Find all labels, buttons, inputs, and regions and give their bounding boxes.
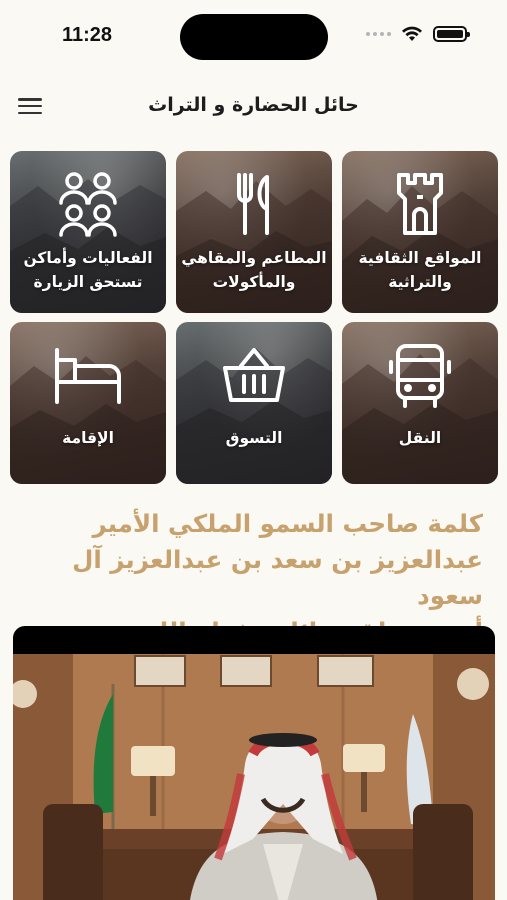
video-scene: [13, 654, 495, 900]
status-icons: [366, 26, 470, 42]
category-label: الإقامة: [62, 429, 114, 447]
menu-icon[interactable]: [18, 96, 42, 116]
app-header: حائل الحضارة و التراث: [0, 86, 507, 130]
wifi-icon: [402, 26, 422, 41]
fork-knife-icon: [237, 173, 269, 235]
category-grid: المواقع الثقافية والتراثية المطاعم والمق…: [10, 151, 498, 484]
page-title: حائل الحضارة و التراث: [148, 94, 359, 116]
video-player[interactable]: [13, 626, 495, 900]
category-label: المطاعم والمقاهي والمأكولات: [181, 249, 327, 291]
dynamic-island: [180, 14, 328, 60]
status-bar: 11:28: [0, 0, 507, 70]
bed-icon: [55, 348, 121, 404]
category-tile-cultural-sites[interactable]: المواقع الثقافية والتراثية: [342, 151, 498, 313]
shopping-basket-icon: [223, 348, 285, 402]
video-thumbnail: [13, 654, 495, 900]
people-group-icon: [59, 172, 117, 237]
status-time: 11:28: [62, 24, 113, 46]
category-label: التسوق: [225, 429, 283, 447]
battery-icon: [433, 26, 470, 42]
category-tile-transport[interactable]: النقل: [342, 322, 498, 484]
category-label: النقل: [398, 429, 442, 447]
category-tile-shopping[interactable]: التسوق: [176, 322, 332, 484]
signal-icon: [366, 32, 391, 36]
category-tile-accommodation[interactable]: الإقامة: [10, 322, 166, 484]
castle-tower-icon: [397, 173, 443, 235]
bus-icon: [389, 344, 451, 408]
category-label: المواقع الثقافية والتراثية: [358, 249, 482, 291]
category-label: الفعاليات وأماكن تستحق الزيارة: [23, 249, 153, 291]
category-tile-events[interactable]: الفعاليات وأماكن تستحق الزيارة: [10, 151, 166, 313]
category-tile-restaurants[interactable]: المطاعم والمقاهي والمأكولات: [176, 151, 332, 313]
